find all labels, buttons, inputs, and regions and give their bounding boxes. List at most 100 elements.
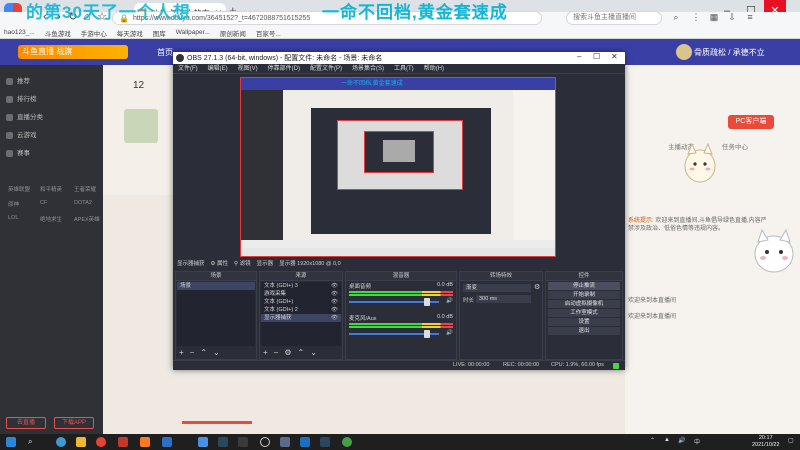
speaker-icon[interactable]: 🔊 [446, 298, 453, 304]
duration-input[interactable]: 300 ms [476, 295, 531, 303]
move-down-icon[interactable]: ⌄ [213, 348, 220, 357]
obs-preview-canvas[interactable]: 一命不回档,黄金套速成 [240, 77, 556, 257]
obs-maximize-button[interactable]: ☐ [593, 52, 600, 61]
notification-icon[interactable]: ▢ [788, 437, 794, 444]
tab-task-center[interactable]: 任务中心 [722, 141, 748, 151]
start-windows-icon[interactable] [6, 437, 16, 447]
move-up-icon[interactable]: ⌃ [298, 348, 305, 357]
gear-icon[interactable]: ⚙ [284, 348, 291, 357]
add-scene-button[interactable]: + [179, 348, 184, 357]
menu-profile[interactable]: 配置文件(P) [310, 64, 342, 73]
streamer-thumbnail[interactable] [124, 109, 158, 143]
source-item[interactable]: 文本 (GDI+) 3 👁 [261, 282, 341, 290]
sidebar-item[interactable]: 直播分类 [6, 111, 43, 121]
avatar[interactable] [676, 44, 692, 60]
scene-item[interactable]: 场景 [177, 282, 255, 290]
extensions-icon[interactable]: ⋮ [690, 11, 702, 23]
category-tag[interactable]: 和平精英 [40, 185, 62, 193]
menu-scene-collection[interactable]: 场景集合(S) [352, 64, 384, 73]
speaker-icon[interactable]: 🔊 [446, 330, 453, 336]
app-icon[interactable] [300, 437, 310, 447]
studio-mode-button[interactable]: 工作室模式 [548, 309, 620, 317]
sidebar-item[interactable]: 推荐 [6, 75, 30, 85]
category-tag[interactable]: 原神 [8, 200, 19, 208]
bookmark-item[interactable]: 图库 [153, 28, 166, 38]
obs-minimize-button[interactable]: – [577, 52, 581, 61]
taskbar-clock[interactable]: 20:17 2021/10/22 [752, 435, 780, 449]
steam-icon[interactable] [320, 437, 330, 447]
move-down-icon[interactable]: ⌄ [310, 348, 317, 357]
category-tag[interactable]: 绝地求生 [40, 215, 62, 223]
network-icon[interactable]: ▲ [664, 437, 670, 443]
add-source-button[interactable]: + [263, 348, 268, 357]
category-tag[interactable]: APEX英雄 [74, 215, 100, 223]
gear-icon[interactable]: ⚙ [534, 283, 540, 291]
start-recording-button[interactable]: 开始录制 [548, 291, 620, 299]
category-tag[interactable]: DOTA2 [74, 200, 92, 206]
input-method-icon[interactable]: 中 [694, 437, 700, 446]
nav-home-link[interactable]: 首页 [157, 47, 173, 58]
file-explorer-icon[interactable] [76, 437, 86, 447]
filters-button[interactable]: ⚲ 滤镜 [234, 260, 251, 269]
menu-icon[interactable]: ≡ [744, 11, 756, 23]
remove-scene-button[interactable]: − [190, 348, 195, 357]
properties-button[interactable]: ⚙ 属性 [211, 260, 228, 269]
remove-source-button[interactable]: − [274, 348, 279, 357]
menu-tools[interactable]: 工具(T) [394, 64, 414, 73]
bookmark-item[interactable]: 原创新闻 [220, 28, 246, 38]
qq-icon[interactable] [162, 437, 172, 447]
edge-browser-icon[interactable] [56, 437, 66, 447]
obs-app-icon[interactable] [260, 437, 270, 447]
transition-select[interactable]: 渐变 [463, 284, 531, 292]
app-icon[interactable] [238, 437, 248, 447]
browser-search-input[interactable]: 搜索斗鱼主播直播间 [566, 11, 662, 25]
apps-grid-icon[interactable]: ▦ [708, 11, 720, 23]
app-icon[interactable] [342, 437, 352, 447]
netease-music-icon[interactable] [118, 437, 128, 447]
obs-close-button[interactable]: ✕ [611, 52, 618, 61]
bookmark-item[interactable]: 每天游戏 [117, 28, 143, 38]
menu-docks[interactable]: 停靠部件(D) [268, 64, 300, 73]
source-item[interactable]: 文本 (GDI+) 2 👁 [261, 306, 341, 314]
volume-slider-handle[interactable] [424, 330, 430, 338]
menu-file[interactable]: 文件(F) [178, 64, 198, 73]
category-tag[interactable]: 王者荣耀 [74, 185, 96, 193]
category-tag[interactable]: CF [40, 200, 47, 206]
virtual-camera-button[interactable]: 启动虚拟摄像机 [548, 300, 620, 308]
move-up-icon[interactable]: ⌃ [200, 348, 207, 357]
category-tag[interactable]: LOL [8, 215, 18, 221]
pc-client-badge[interactable]: PC客户端 [728, 115, 774, 129]
sidebar-item[interactable]: 云游戏 [6, 129, 37, 139]
search-icon[interactable]: ⌕ [670, 11, 682, 23]
volume-icon[interactable]: 🔊 [678, 437, 685, 444]
menu-view[interactable]: 视图(V) [238, 64, 258, 73]
douyu-app-icon[interactable] [140, 437, 150, 447]
display-select[interactable]: 显示器 1920x1080 @ 0,0 [279, 260, 341, 269]
category-tag[interactable]: 英雄联盟 [8, 185, 30, 193]
volume-slider-handle[interactable] [424, 298, 430, 306]
stop-streaming-button[interactable]: 停止推流 [548, 282, 620, 290]
download-icon[interactable]: ⇩ [726, 11, 738, 23]
chrome-browser-icon[interactable] [96, 437, 106, 447]
bookmark-item[interactable]: 斗鱼游戏 [45, 28, 71, 38]
bookmark-item[interactable]: 百家号... [256, 28, 281, 38]
exit-button[interactable]: 退出 [548, 327, 620, 335]
bookmark-item[interactable]: hao123_... [4, 29, 35, 36]
search-icon[interactable]: ⌕ [28, 437, 32, 447]
menu-help[interactable]: 帮助(H) [424, 64, 444, 73]
menu-edit[interactable]: 编辑(E) [208, 64, 228, 73]
sidebar-item[interactable]: 赛事 [6, 147, 30, 157]
user-name[interactable]: 骨质疏松 / 承德不立 [694, 47, 765, 58]
sidebar-item[interactable]: 排行榜 [6, 93, 37, 103]
app-icon[interactable] [198, 437, 208, 447]
go-live-button[interactable]: 去直播 [6, 417, 46, 429]
settings-button[interactable]: 设置 [548, 318, 620, 326]
bookmark-item[interactable]: Wallpaper... [176, 29, 210, 36]
site-logo[interactable]: 斗鱼直播 战旗 [18, 45, 128, 59]
app-icon[interactable] [280, 437, 290, 447]
source-item[interactable]: 文本 (GDI+) 👁 [261, 298, 341, 306]
tray-up-arrow-icon[interactable]: ⌃ [650, 437, 655, 444]
source-item[interactable]: 显示器捕获 👁 [261, 314, 341, 322]
source-item[interactable]: 游戏采集 👁 [261, 290, 341, 298]
bookmark-item[interactable]: 手游中心 [81, 28, 107, 38]
